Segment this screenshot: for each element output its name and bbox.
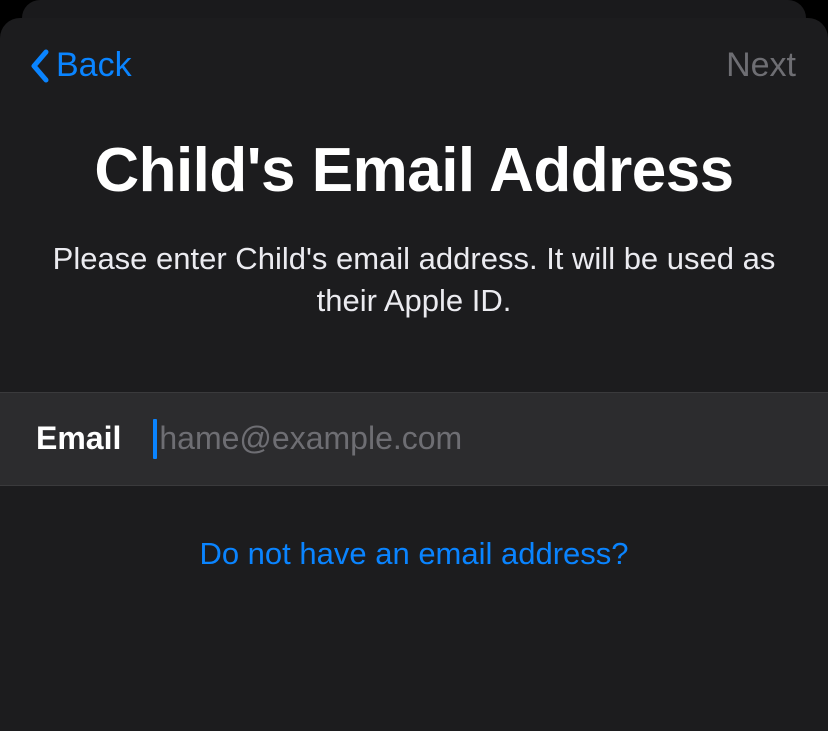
input-wrapper bbox=[153, 419, 792, 459]
back-label: Back bbox=[56, 46, 132, 85]
nav-bar: Back Next bbox=[0, 18, 828, 105]
next-label: Next bbox=[726, 46, 796, 84]
email-field[interactable] bbox=[159, 420, 792, 457]
sheet-stack: Back Next Child's Email Address Please e… bbox=[0, 0, 828, 731]
page-title: Child's Email Address bbox=[0, 135, 828, 206]
next-button[interactable]: Next bbox=[726, 46, 796, 85]
back-button[interactable]: Back bbox=[28, 46, 132, 85]
no-email-link[interactable]: Do not have an email address? bbox=[199, 536, 628, 571]
modal-sheet: Back Next Child's Email Address Please e… bbox=[0, 18, 828, 731]
text-cursor bbox=[153, 419, 157, 459]
content-area: Child's Email Address Please enter Child… bbox=[0, 105, 828, 572]
email-input-row[interactable]: Email bbox=[0, 392, 828, 486]
chevron-left-icon bbox=[28, 48, 50, 84]
page-subtitle: Please enter Child's email address. It w… bbox=[0, 238, 828, 322]
background-sheet bbox=[22, 0, 806, 18]
alt-link-wrapper: Do not have an email address? bbox=[0, 536, 828, 572]
email-label: Email bbox=[36, 420, 121, 457]
